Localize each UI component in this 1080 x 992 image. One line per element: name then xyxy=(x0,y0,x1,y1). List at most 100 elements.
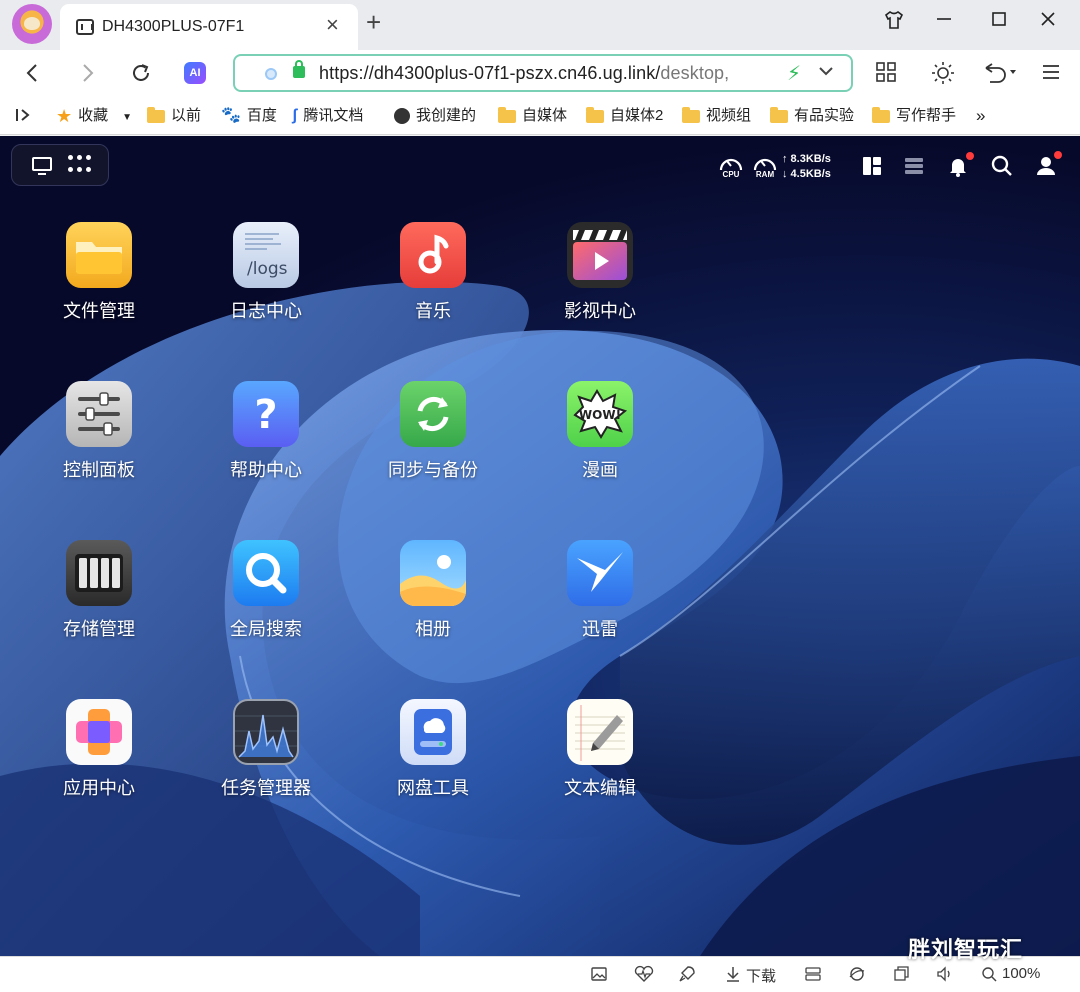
forward-button[interactable] xyxy=(72,60,102,91)
app-label: 网盘工具 xyxy=(397,778,469,799)
url-field[interactable]: https://dh4300plus-07f1-pszx.cn46.ug.lin… xyxy=(319,63,759,84)
window-icon[interactable] xyxy=(892,965,910,989)
url-dropdown-chevron-icon[interactable] xyxy=(817,62,835,85)
svg-text:WOW!: WOW! xyxy=(579,408,621,422)
skin-icon[interactable] xyxy=(880,9,908,37)
ai-assistant-button[interactable]: AI xyxy=(184,62,206,84)
back-button[interactable] xyxy=(18,60,48,91)
app-label: 相册 xyxy=(415,619,451,640)
brightness-icon[interactable] xyxy=(927,60,959,93)
close-window-button[interactable] xyxy=(1034,9,1062,35)
app-launcher-icon[interactable] xyxy=(68,155,92,175)
address-bar[interactable]: https://dh4300plus-07f1-pszx.cn46.ug.lin… xyxy=(233,54,853,92)
baidu-paw-icon: 🐾 xyxy=(221,107,241,125)
bookmark-item[interactable]: 以前 xyxy=(147,105,201,127)
ram-label: RAM xyxy=(755,170,775,179)
nas-favicon-icon xyxy=(76,19,94,35)
secure-lock-icon[interactable] xyxy=(293,60,305,78)
folder-icon xyxy=(770,106,788,123)
ie-mode-icon[interactable] xyxy=(848,965,866,989)
app-log-center[interactable]: /logs 日志中心 xyxy=(201,222,331,352)
app-control-panel[interactable]: 控制面板 xyxy=(34,381,164,511)
bookmark-item[interactable]: ʃ 腾讯文档 xyxy=(292,105,363,127)
volume-icon[interactable] xyxy=(936,965,954,989)
app-label: 存储管理 xyxy=(63,619,135,640)
site-info-icon[interactable] xyxy=(265,68,277,80)
downloads-button[interactable]: 下载 xyxy=(746,965,776,986)
speed-mode-icon[interactable]: ⚡ xyxy=(787,61,801,86)
minimize-button[interactable] xyxy=(930,9,958,35)
app-comic[interactable]: WOW! 漫画 xyxy=(535,381,665,511)
app-file-manager[interactable]: 文件管理 xyxy=(34,222,164,352)
tab-title: DH4300PLUS-07F1 xyxy=(102,18,245,35)
app-label: 同步与备份 xyxy=(388,460,478,481)
video-app-icon xyxy=(567,222,633,288)
bookmark-item[interactable]: 我创建的 xyxy=(394,105,476,127)
bookmark-item[interactable]: 有品实验 xyxy=(770,105,854,127)
app-label: 全局搜索 xyxy=(230,619,302,640)
cloud-drive-app-icon xyxy=(400,699,466,765)
upload-speed: ↑ 8.3KB/s xyxy=(782,153,831,165)
app-storage-manager[interactable]: 存储管理 xyxy=(34,540,164,670)
bookmark-item[interactable]: 🐾 百度 xyxy=(221,105,277,127)
app-photos[interactable]: 相册 xyxy=(368,540,498,670)
new-tab-button[interactable]: + xyxy=(366,9,381,35)
app-video-center[interactable]: 影视中心 xyxy=(535,222,665,352)
undo-menu-icon[interactable] xyxy=(978,60,1022,91)
music-app-icon xyxy=(400,222,466,288)
search-app-icon xyxy=(233,540,299,606)
svg-text:?: ? xyxy=(254,392,277,438)
health-icon[interactable] xyxy=(634,965,654,989)
app-thunder[interactable]: 迅雷 xyxy=(535,540,665,670)
app-label: 迅雷 xyxy=(582,619,618,640)
maximize-button[interactable] xyxy=(985,9,1013,35)
monitor-icon[interactable] xyxy=(32,157,52,175)
folder-icon xyxy=(682,106,700,123)
folder-icon xyxy=(872,106,890,123)
sidebar-toggle-icon[interactable] xyxy=(14,105,32,127)
sphere-icon xyxy=(394,108,410,125)
apps-grid-icon[interactable] xyxy=(870,60,902,91)
download-icon[interactable] xyxy=(724,965,742,989)
profile-avatar[interactable] xyxy=(12,4,52,44)
app-sync-backup[interactable]: 同步与备份 xyxy=(368,381,498,511)
app-help-center[interactable]: ? 帮助中心 xyxy=(201,381,331,511)
zoom-icon[interactable] xyxy=(980,965,998,989)
tencent-docs-icon: ʃ xyxy=(292,107,298,125)
app-global-search[interactable]: 全局搜索 xyxy=(201,540,331,670)
split-screen-icon[interactable] xyxy=(804,965,822,989)
task-list-icon[interactable] xyxy=(902,154,926,178)
app-text-editor[interactable]: 文本编辑 xyxy=(535,699,665,829)
search-icon[interactable] xyxy=(990,154,1014,178)
zoom-level[interactable]: 100% xyxy=(1002,965,1040,982)
bookmark-item[interactable]: 视频组 xyxy=(682,105,751,127)
app-center-icon xyxy=(66,699,132,765)
bookmark-item[interactable]: 写作帮手 xyxy=(872,105,956,127)
desktop-mode-switch[interactable] xyxy=(11,144,109,186)
rocket-icon[interactable] xyxy=(678,965,696,989)
menu-icon[interactable] xyxy=(1035,60,1067,91)
image-icon[interactable] xyxy=(590,965,608,989)
svg-text:/logs: /logs xyxy=(247,259,288,279)
bookmarks-bar: ★ 收藏 ▼ 以前 🐾 百度 ʃ 腾讯文档 我创建的 自媒体 自媒体2 视频组 有品实验… xyxy=(0,98,1080,135)
notification-badge xyxy=(966,152,974,160)
watermark: 胖刘智玩汇 xyxy=(908,938,1024,963)
bookmark-item[interactable]: 自媒体2 xyxy=(586,105,663,127)
widget-panel-icon[interactable] xyxy=(860,154,884,178)
text-editor-app-icon xyxy=(567,699,633,765)
bookmarks-overflow-button[interactable]: » xyxy=(976,105,985,127)
app-task-manager[interactable]: 任务管理器 xyxy=(201,699,331,829)
app-label: 帮助中心 xyxy=(230,460,302,481)
reload-button[interactable] xyxy=(126,60,156,91)
app-cloud-drive-tool[interactable]: 网盘工具 xyxy=(368,699,498,829)
logs-app-icon: /logs xyxy=(233,222,299,288)
bookmark-favorites[interactable]: ★ 收藏 ▼ xyxy=(56,105,132,127)
task-manager-app-icon xyxy=(233,699,299,765)
thunder-app-icon xyxy=(567,540,633,606)
app-music[interactable]: 音乐 xyxy=(368,222,498,352)
app-label: 日志中心 xyxy=(230,301,302,322)
bookmark-item[interactable]: 自媒体 xyxy=(498,105,567,127)
app-app-center[interactable]: 应用中心 xyxy=(34,699,164,829)
tab-close-button[interactable]: × xyxy=(326,14,339,36)
browser-tab-active[interactable]: DH4300PLUS-07F1 × xyxy=(60,4,358,50)
